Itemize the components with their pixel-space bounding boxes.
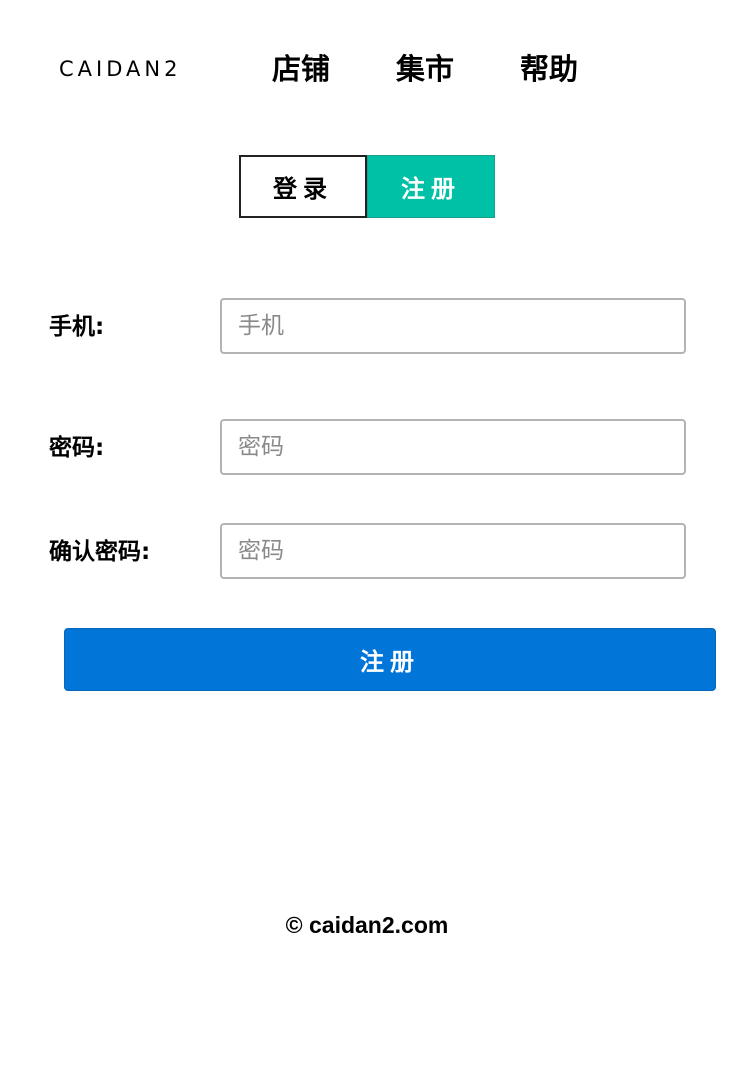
- confirm-password-input[interactable]: [220, 523, 686, 579]
- confirm-password-label: 确认密码:: [49, 539, 151, 565]
- phone-input[interactable]: [220, 298, 686, 354]
- nav-link-shop[interactable]: 店铺: [272, 50, 330, 88]
- nav-link-market[interactable]: 集市: [396, 50, 454, 88]
- password-input[interactable]: [220, 419, 686, 475]
- nav-link-help[interactable]: 帮助: [520, 50, 578, 88]
- footer-copyright: © caidan2.com: [285, 912, 449, 938]
- password-label: 密码:: [49, 435, 105, 461]
- register-submit-button[interactable]: 注册: [64, 628, 716, 691]
- tab-register[interactable]: 注册: [367, 155, 495, 218]
- site-header: CAIDAN2 店铺 集市 帮助: [0, 0, 734, 140]
- tab-login[interactable]: 登录: [239, 155, 367, 218]
- phone-label: 手机:: [49, 314, 105, 340]
- site-logo[interactable]: CAIDAN2: [59, 56, 181, 82]
